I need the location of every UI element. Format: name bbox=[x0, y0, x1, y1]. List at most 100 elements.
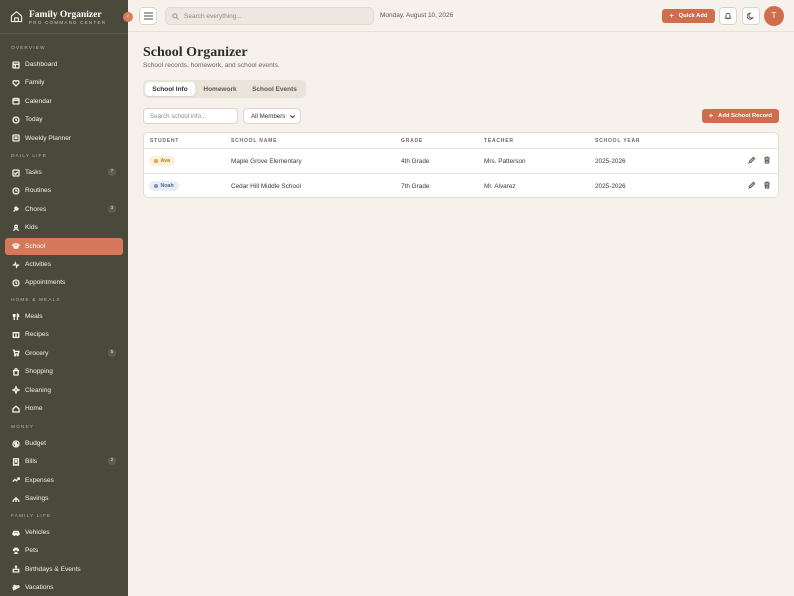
notifications-button[interactable] bbox=[719, 7, 737, 25]
sidebar-item-grocery[interactable]: Grocery 5 bbox=[5, 345, 123, 362]
sidebar-item-calendar[interactable]: Calendar bbox=[5, 93, 123, 110]
chevron-down-icon bbox=[289, 115, 296, 119]
count-badge: 5 bbox=[108, 348, 116, 357]
sidebar-item-label: Dashboard bbox=[25, 61, 58, 68]
sidebar-item-today[interactable]: Today bbox=[5, 111, 123, 128]
sidebar-section-label: Home & Meals bbox=[11, 298, 61, 303]
edit-icon[interactable] bbox=[748, 156, 756, 164]
home-icon bbox=[11, 404, 20, 413]
table-row[interactable]: Ava Maple Grove Elementary 4th Grade Mrs. P… bbox=[144, 149, 778, 174]
sidebar-item-savings[interactable]: Savings bbox=[5, 490, 123, 507]
quick-add-button[interactable]: + Quick Add bbox=[662, 9, 715, 23]
sidebar-item-family[interactable]: Family bbox=[5, 74, 123, 91]
sidebar-item-tasks[interactable]: Tasks 7 bbox=[5, 164, 123, 181]
sidebar: Family Organizer PRO COMMAND CENTER Over… bbox=[0, 0, 128, 596]
brand: Family Organizer PRO COMMAND CENTER bbox=[0, 0, 128, 34]
sidebar-item-label: Activities bbox=[25, 261, 52, 268]
sidebar-section-label: Daily Life bbox=[11, 154, 47, 159]
page-subtitle: School records, homework, and school eve… bbox=[143, 62, 280, 69]
routines-icon bbox=[11, 186, 20, 195]
sidebar-item-home[interactable]: Home bbox=[5, 400, 123, 417]
sidebar-item-vacations[interactable]: Vacations bbox=[5, 579, 123, 596]
sidebar-item-recipes[interactable]: Recipes bbox=[5, 326, 123, 343]
budget-icon bbox=[11, 439, 20, 448]
tab-homework[interactable]: Homework bbox=[197, 82, 243, 96]
plus-icon: + bbox=[669, 12, 674, 20]
menu-button[interactable] bbox=[139, 7, 157, 25]
sidebar-item-birthdays-events[interactable]: Birthdays & Events bbox=[5, 561, 123, 578]
count-badge: 3 bbox=[108, 204, 116, 213]
sidebar-item-dashboard[interactable]: Dashboard bbox=[5, 56, 123, 73]
current-date: Monday, August 10, 2026 bbox=[380, 12, 454, 19]
global-search-input[interactable]: Search everything... bbox=[165, 7, 374, 25]
sidebar-section-label: Family Life bbox=[11, 514, 52, 519]
kids-icon bbox=[11, 223, 20, 232]
sidebar-item-label: Weekly Planner bbox=[25, 134, 72, 142]
birthdays-icon bbox=[11, 565, 20, 574]
sidebar-item-expenses[interactable]: Expenses bbox=[5, 472, 123, 489]
school-search-input[interactable]: Search school info... bbox=[143, 108, 238, 124]
family-icon bbox=[11, 78, 20, 87]
dashboard-icon bbox=[11, 60, 20, 69]
search-icon bbox=[172, 12, 179, 20]
student-name: Noah bbox=[160, 183, 174, 189]
bills-icon bbox=[11, 457, 20, 466]
student-chip: Noah bbox=[149, 181, 179, 191]
sidebar-item-cleaning[interactable]: Cleaning bbox=[5, 382, 123, 399]
sidebar-item-chores[interactable]: Chores 3 bbox=[5, 201, 123, 218]
app-title: Family Organizer bbox=[29, 10, 102, 20]
cleaning-icon bbox=[11, 386, 20, 395]
sidebar-item-meals[interactable]: Meals bbox=[5, 308, 123, 325]
page-title: School Organizer bbox=[143, 45, 248, 60]
collapse-sidebar-button[interactable]: ‹ bbox=[123, 12, 133, 22]
chores-icon bbox=[11, 205, 20, 214]
column-school-name: School Name bbox=[231, 138, 278, 144]
sidebar-item-appointments[interactable]: Appointments bbox=[5, 274, 123, 291]
count-badge: 7 bbox=[108, 168, 116, 176]
sidebar-item-label: Kids bbox=[25, 224, 38, 232]
school-search-placeholder: Search school info... bbox=[150, 112, 207, 120]
column-teacher: Teacher bbox=[484, 138, 514, 144]
moon-icon bbox=[747, 12, 754, 20]
search-placeholder: Search everything... bbox=[184, 12, 242, 20]
tab-school-info[interactable]: School Info bbox=[145, 82, 195, 96]
sidebar-item-weekly-planner[interactable]: Weekly Planner bbox=[5, 130, 123, 147]
tab-school-events[interactable]: School Events bbox=[245, 82, 304, 96]
table-header: Student School Name Grade Teacher School… bbox=[144, 133, 778, 149]
sidebar-item-shopping[interactable]: Shopping bbox=[5, 363, 123, 380]
sidebar-item-school[interactable]: School bbox=[5, 237, 123, 255]
sidebar-item-bills[interactable]: Bills 2 bbox=[5, 453, 123, 470]
member-select[interactable]: All Members bbox=[243, 108, 301, 124]
student-chip: Ava bbox=[149, 156, 176, 166]
planner-icon bbox=[11, 134, 20, 143]
sidebar-item-budget[interactable]: Budget bbox=[5, 435, 123, 452]
user-avatar[interactable]: T bbox=[764, 6, 784, 26]
savings-icon bbox=[11, 494, 20, 503]
school-year-cell: 2025-2026 bbox=[595, 183, 626, 190]
sidebar-item-label: Family bbox=[25, 79, 45, 87]
column-grade: Grade bbox=[401, 138, 424, 144]
theme-toggle-button[interactable] bbox=[742, 7, 760, 25]
table-row[interactable]: Noah Cedar Hill Middle School 7th Grade Mr.… bbox=[144, 174, 778, 197]
sidebar-item-label: School bbox=[25, 242, 46, 250]
school-name-cell: Cedar Hill Middle School bbox=[231, 183, 301, 190]
trash-icon[interactable] bbox=[763, 181, 771, 189]
edit-icon[interactable] bbox=[748, 181, 756, 189]
grade-cell: 4th Grade bbox=[401, 158, 430, 165]
sidebar-item-label: Recipes bbox=[25, 331, 49, 339]
student-color-dot bbox=[154, 184, 158, 188]
sidebar-section-label: Money bbox=[11, 425, 35, 430]
sidebar-item-label: Calendar bbox=[25, 97, 52, 105]
sidebar-item-label: Vehicles bbox=[25, 529, 50, 536]
sidebar-item-kids[interactable]: Kids bbox=[5, 219, 123, 236]
sidebar-item-pets[interactable]: Pets bbox=[5, 542, 123, 559]
vacations-icon bbox=[11, 583, 20, 592]
expenses-icon bbox=[11, 476, 20, 485]
add-school-record-button[interactable]: + Add School Record bbox=[702, 109, 779, 123]
bell-icon bbox=[724, 12, 732, 20]
sidebar-item-activities[interactable]: Activities bbox=[5, 256, 123, 273]
sidebar-item-vehicles[interactable]: Vehicles bbox=[5, 524, 123, 541]
sidebar-item-routines[interactable]: Routines bbox=[5, 182, 123, 199]
trash-icon[interactable] bbox=[763, 156, 771, 164]
topbar: Search everything... Monday, August 10, … bbox=[128, 0, 794, 32]
